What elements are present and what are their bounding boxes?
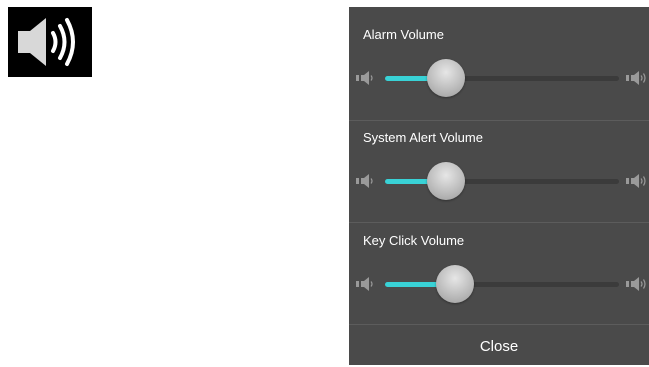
slider-thumb[interactable] (426, 162, 465, 200)
slider-track[interactable] (385, 265, 619, 303)
alarm-volume-slider[interactable] (349, 57, 649, 99)
slider-thumb[interactable] (436, 265, 475, 303)
volume-low-icon (356, 277, 373, 291)
system-alert-volume-label: System Alert Volume (363, 130, 483, 145)
alarm-volume-section: Alarm Volume (349, 7, 649, 109)
slider-track[interactable] (385, 59, 619, 97)
key-click-volume-slider[interactable] (349, 263, 649, 305)
volume-settings-panel: Alarm Volume System Alert Volume Key Cli… (349, 7, 649, 365)
slider-thumb[interactable] (426, 59, 465, 97)
close-button[interactable]: Close (349, 327, 649, 365)
volume-low-icon (356, 71, 373, 85)
key-click-volume-label: Key Click Volume (363, 233, 465, 248)
alarm-volume-label: Alarm Volume (363, 27, 444, 42)
system-alert-volume-slider[interactable] (349, 160, 649, 202)
section-divider (349, 324, 649, 325)
slider-track[interactable] (385, 162, 619, 200)
volume-high-icon (626, 174, 646, 188)
volume-high-icon (626, 71, 646, 85)
volume-low-icon (356, 174, 373, 188)
system-alert-volume-section: System Alert Volume (349, 110, 649, 212)
speaker-volume-icon (8, 7, 92, 77)
key-click-volume-section: Key Click Volume (349, 213, 649, 315)
volume-high-icon (626, 277, 646, 291)
